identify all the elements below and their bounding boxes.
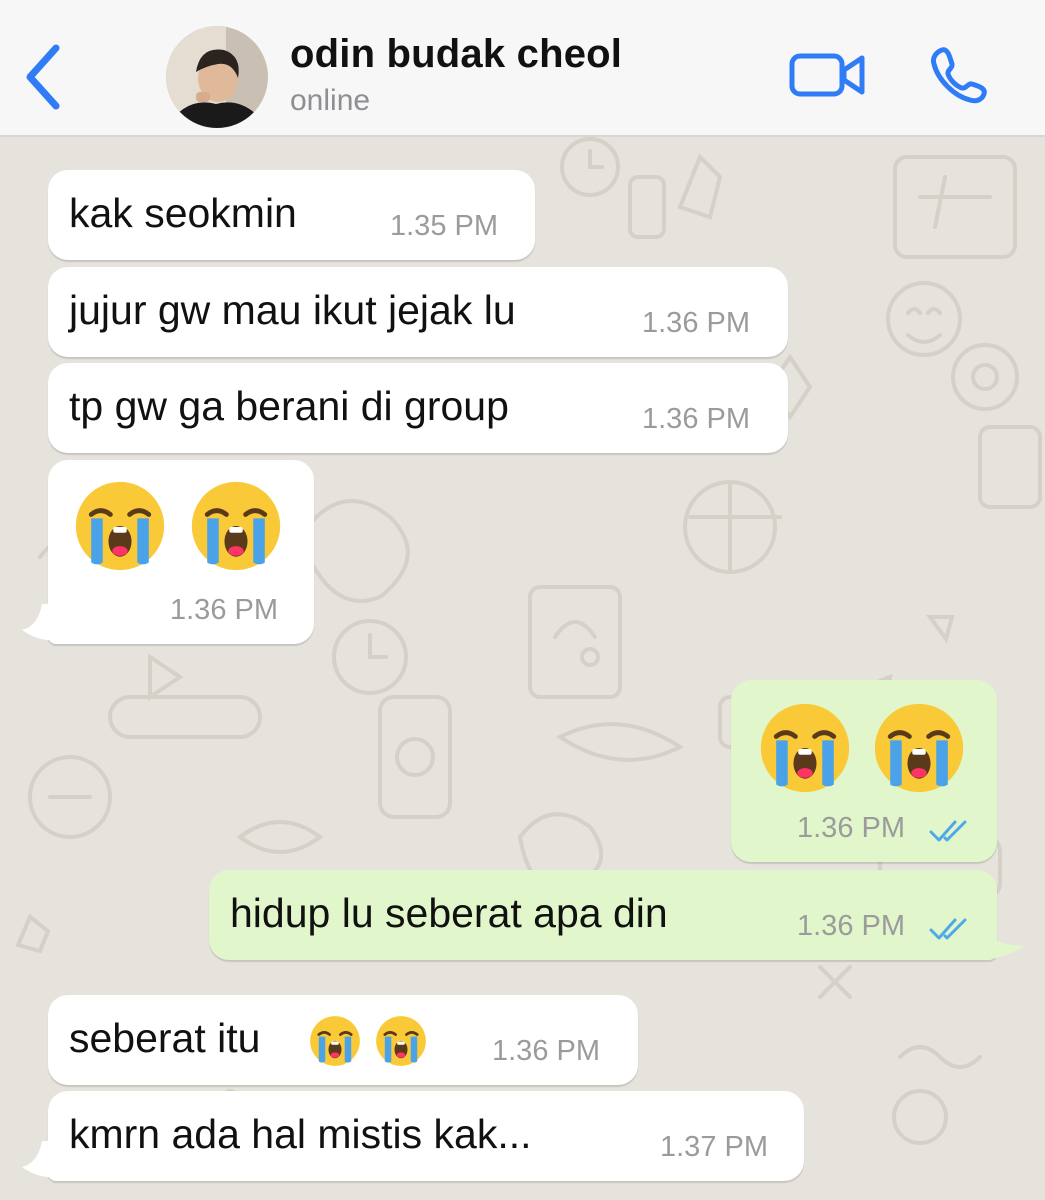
- message-text: tp gw ga berani di group: [69, 383, 509, 429]
- video-camera-icon[interactable]: [788, 50, 866, 100]
- message-time: 1.36 PM: [492, 1035, 600, 1067]
- message-time: 1.36 PM: [642, 307, 750, 339]
- avatar-photo: [166, 26, 268, 128]
- avatar[interactable]: [166, 26, 268, 128]
- loudly-crying-face-icon: [376, 1016, 426, 1066]
- message-bubble-incoming[interactable]: 1.36 PM: [48, 460, 314, 644]
- message-time: 1.36 PM: [642, 403, 750, 435]
- loudly-crying-face-icon: [75, 481, 165, 571]
- message-bubble-incoming[interactable]: kak seokmin 1.35 PM: [48, 170, 535, 260]
- bubble-tail: [980, 920, 1024, 960]
- read-receipt-icon: [929, 918, 967, 940]
- read-receipt-icon: [929, 820, 967, 842]
- message-bubble-outgoing[interactable]: hidup lu seberat apa din 1.36 PM: [209, 870, 997, 960]
- contact-status: online: [290, 84, 371, 117]
- message-time: 1.35 PM: [390, 210, 498, 242]
- message-text: seberat itu: [69, 1015, 261, 1061]
- message-bubble-incoming[interactable]: seberat itu 1.36 PM: [48, 995, 638, 1085]
- message-time: 1.36 PM: [170, 594, 278, 626]
- message-text: kmrn ada hal mistis kak...: [69, 1111, 532, 1157]
- chat-screen: odin budak cheol online kak seokmin 1.35…: [0, 0, 1045, 1200]
- message-text: jujur gw mau ikut jejak lu: [69, 287, 516, 333]
- contact-name[interactable]: odin budak cheol: [290, 32, 622, 77]
- message-bubble-incoming[interactable]: jujur gw mau ikut jejak lu 1.36 PM: [48, 267, 788, 357]
- message-bubble-incoming[interactable]: tp gw ga berani di group 1.36 PM: [48, 363, 788, 453]
- loudly-crying-face-icon: [874, 703, 964, 793]
- chevron-left-icon[interactable]: [18, 40, 70, 114]
- loudly-crying-face-icon: [760, 703, 850, 793]
- message-bubble-incoming[interactable]: kmrn ada hal mistis kak... 1.37 PM: [48, 1091, 804, 1181]
- message-time: 1.36 PM: [797, 910, 905, 942]
- phone-icon[interactable]: [928, 44, 990, 106]
- bubble-tail: [22, 1141, 50, 1177]
- loudly-crying-face-icon: [310, 1016, 360, 1066]
- message-time: 1.37 PM: [660, 1131, 768, 1163]
- message-bubble-outgoing[interactable]: 1.36 PM: [731, 680, 997, 862]
- message-text: kak seokmin: [69, 190, 297, 236]
- chat-header: odin budak cheol online: [0, 0, 1045, 137]
- bubble-tail: [22, 604, 50, 640]
- message-text: hidup lu seberat apa din: [230, 890, 668, 936]
- message-time: 1.36 PM: [797, 812, 905, 844]
- loudly-crying-face-icon: [191, 481, 281, 571]
